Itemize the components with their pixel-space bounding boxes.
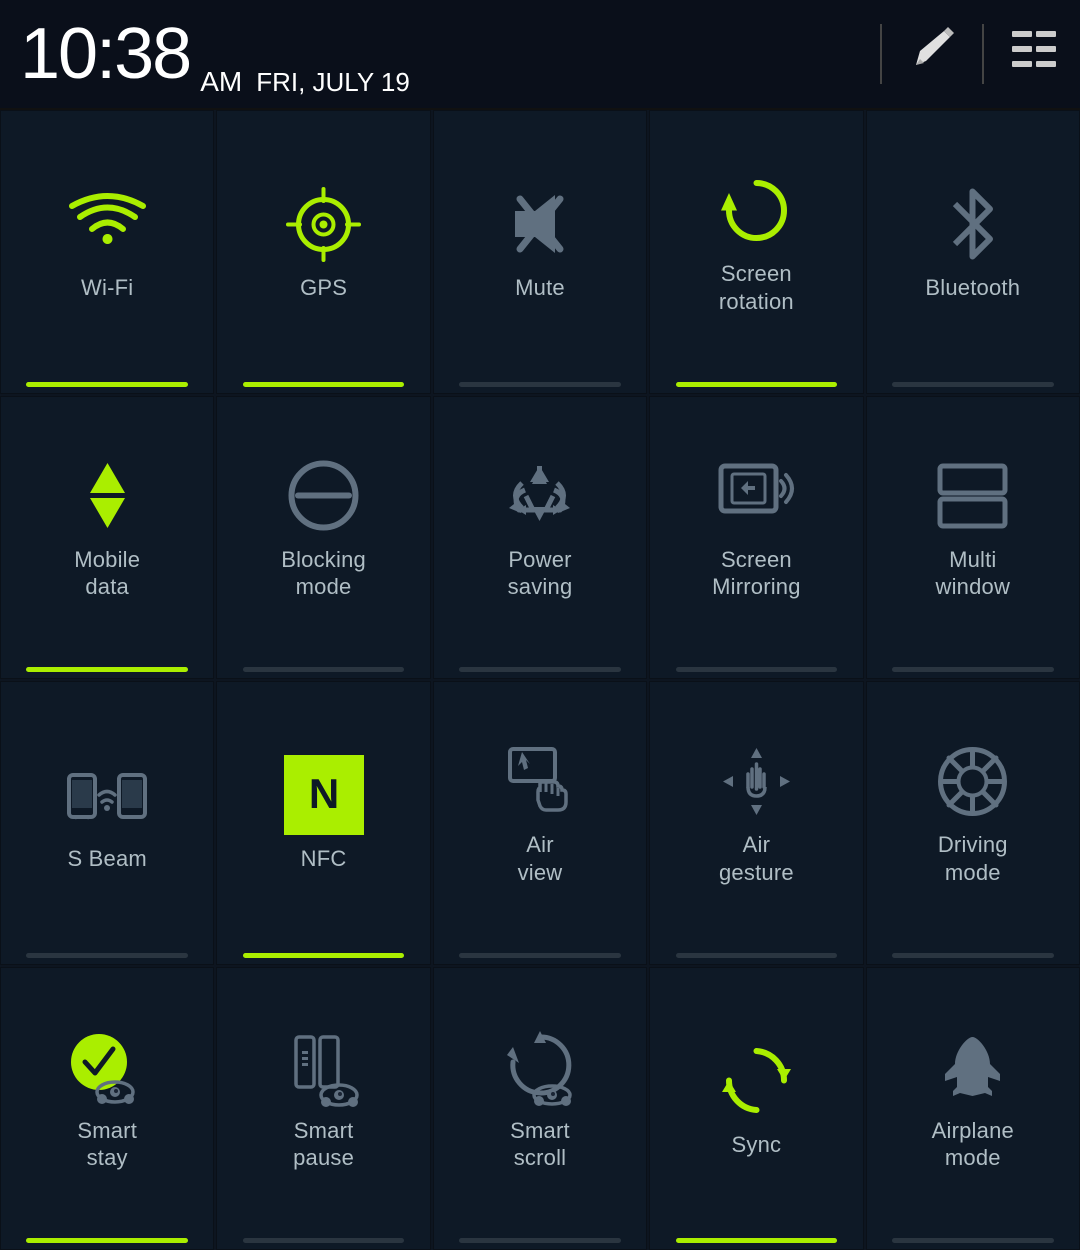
tile-smartscroll-label: Smartscroll <box>510 1117 570 1172</box>
multi-window-icon <box>933 456 1013 536</box>
status-bar: 10:38 AM FRI, JULY 19 <box>0 0 1080 110</box>
nfc-icon: N <box>284 755 364 835</box>
tile-blocking-indicator <box>243 667 404 672</box>
tile-gps-label: GPS <box>300 274 347 302</box>
tile-powersaving-label: Powersaving <box>508 546 573 601</box>
tile-powersaving-indicator <box>459 667 620 672</box>
mobile-data-icon <box>67 456 147 536</box>
tile-nfc-label: NFC <box>301 845 347 873</box>
tile-screen-mirroring[interactable]: ScreenMirroring <box>649 396 863 680</box>
tile-screenmirroring-indicator <box>676 667 837 672</box>
tile-bluetooth-label: Bluetooth <box>925 274 1020 302</box>
tile-power-saving[interactable]: Powersaving <box>433 396 647 680</box>
smart-pause-icon <box>284 1027 364 1107</box>
tile-smart-pause[interactable]: Smartpause <box>216 967 430 1250</box>
status-icons <box>880 23 1060 86</box>
tile-wifi[interactable]: Wi-Fi <box>0 110 214 394</box>
tile-airplanemode-indicator <box>892 1238 1053 1243</box>
tile-mobiledata-label: Mobiledata <box>74 546 140 601</box>
wifi-icon <box>67 184 147 264</box>
divider-1 <box>880 24 882 84</box>
tile-smartscroll-indicator <box>459 1238 620 1243</box>
tile-screen-rotation[interactable]: Screenrotation <box>649 110 863 394</box>
tile-gps-indicator <box>243 382 404 387</box>
tile-drivingmode-indicator <box>892 953 1053 958</box>
rotation-icon <box>716 170 796 250</box>
tile-sbeam-indicator <box>26 953 187 958</box>
tile-mute-label: Mute <box>515 274 565 302</box>
power-saving-icon <box>500 456 580 536</box>
tile-bluetooth-indicator <box>892 382 1053 387</box>
tile-smartstay-indicator <box>26 1238 187 1243</box>
tile-rotation-label: Screenrotation <box>719 260 794 315</box>
tile-multiwindow-indicator <box>892 667 1053 672</box>
clock-date: FRI, JULY 19 <box>256 67 410 98</box>
tile-sync-label: Sync <box>732 1131 782 1159</box>
sync-icon <box>716 1041 796 1121</box>
driving-mode-icon <box>933 741 1013 821</box>
tile-screenmirroring-label: ScreenMirroring <box>712 546 801 601</box>
tile-air-view[interactable]: Airview <box>433 681 647 965</box>
bluetooth-icon <box>933 184 1013 264</box>
svg-text:N: N <box>308 770 338 817</box>
tile-smartpause-indicator <box>243 1238 404 1243</box>
airplane-mode-icon <box>933 1027 1013 1107</box>
tile-mobiledata-indicator <box>26 667 187 672</box>
tile-mute[interactable]: Mute <box>433 110 647 394</box>
tile-nfc-indicator <box>243 953 404 958</box>
smart-stay-icon <box>67 1027 147 1107</box>
tile-airview-label: Airview <box>518 831 563 886</box>
tile-blocking-label: Blockingmode <box>281 546 366 601</box>
tile-smart-stay[interactable]: Smartstay <box>0 967 214 1250</box>
tile-mobile-data[interactable]: Mobiledata <box>0 396 214 680</box>
quick-settings-grid: Wi-Fi GPS Mute <box>0 110 1080 1250</box>
air-gesture-icon <box>716 741 796 821</box>
tile-drivingmode-label: Drivingmode <box>938 831 1008 886</box>
tile-airgesture-label: Airgesture <box>719 831 794 886</box>
gps-icon <box>284 184 364 264</box>
tile-mute-indicator <box>459 382 620 387</box>
tile-blocking-mode[interactable]: Blockingmode <box>216 396 430 680</box>
tile-gps[interactable]: GPS <box>216 110 430 394</box>
edit-icon[interactable] <box>906 23 958 86</box>
tile-airgesture-indicator <box>676 953 837 958</box>
tile-sync[interactable]: Sync <box>649 967 863 1250</box>
tile-airplane-mode[interactable]: Airplanemode <box>866 967 1080 1250</box>
tile-bluetooth[interactable]: Bluetooth <box>866 110 1080 394</box>
tile-sync-indicator <box>676 1238 837 1243</box>
air-view-icon <box>500 741 580 821</box>
tile-driving-mode[interactable]: Drivingmode <box>866 681 1080 965</box>
menu-icon[interactable] <box>1008 23 1060 86</box>
tile-smartpause-label: Smartpause <box>293 1117 354 1172</box>
mute-icon <box>500 184 580 264</box>
tile-airview-indicator <box>459 953 620 958</box>
tile-air-gesture[interactable]: Airgesture <box>649 681 863 965</box>
tile-multi-window[interactable]: Multiwindow <box>866 396 1080 680</box>
clock-ampm: AM <box>200 66 242 98</box>
tile-multiwindow-label: Multiwindow <box>936 546 1011 601</box>
tile-nfc[interactable]: N NFC <box>216 681 430 965</box>
blocking-mode-icon <box>284 456 364 536</box>
tile-wifi-indicator <box>26 382 187 387</box>
divider-2 <box>982 24 984 84</box>
s-beam-icon <box>67 755 147 835</box>
tile-sbeam-label: S Beam <box>67 845 146 873</box>
tile-smartstay-label: Smartstay <box>77 1117 137 1172</box>
tile-wifi-label: Wi-Fi <box>81 274 133 302</box>
tile-rotation-indicator <box>676 382 837 387</box>
tile-airplanemode-label: Airplanemode <box>932 1117 1014 1172</box>
smart-scroll-icon <box>500 1027 580 1107</box>
tile-smart-scroll[interactable]: Smartscroll <box>433 967 647 1250</box>
screen-mirroring-icon <box>716 456 796 536</box>
clock-time: 10:38 <box>20 18 190 90</box>
tile-s-beam[interactable]: S Beam <box>0 681 214 965</box>
